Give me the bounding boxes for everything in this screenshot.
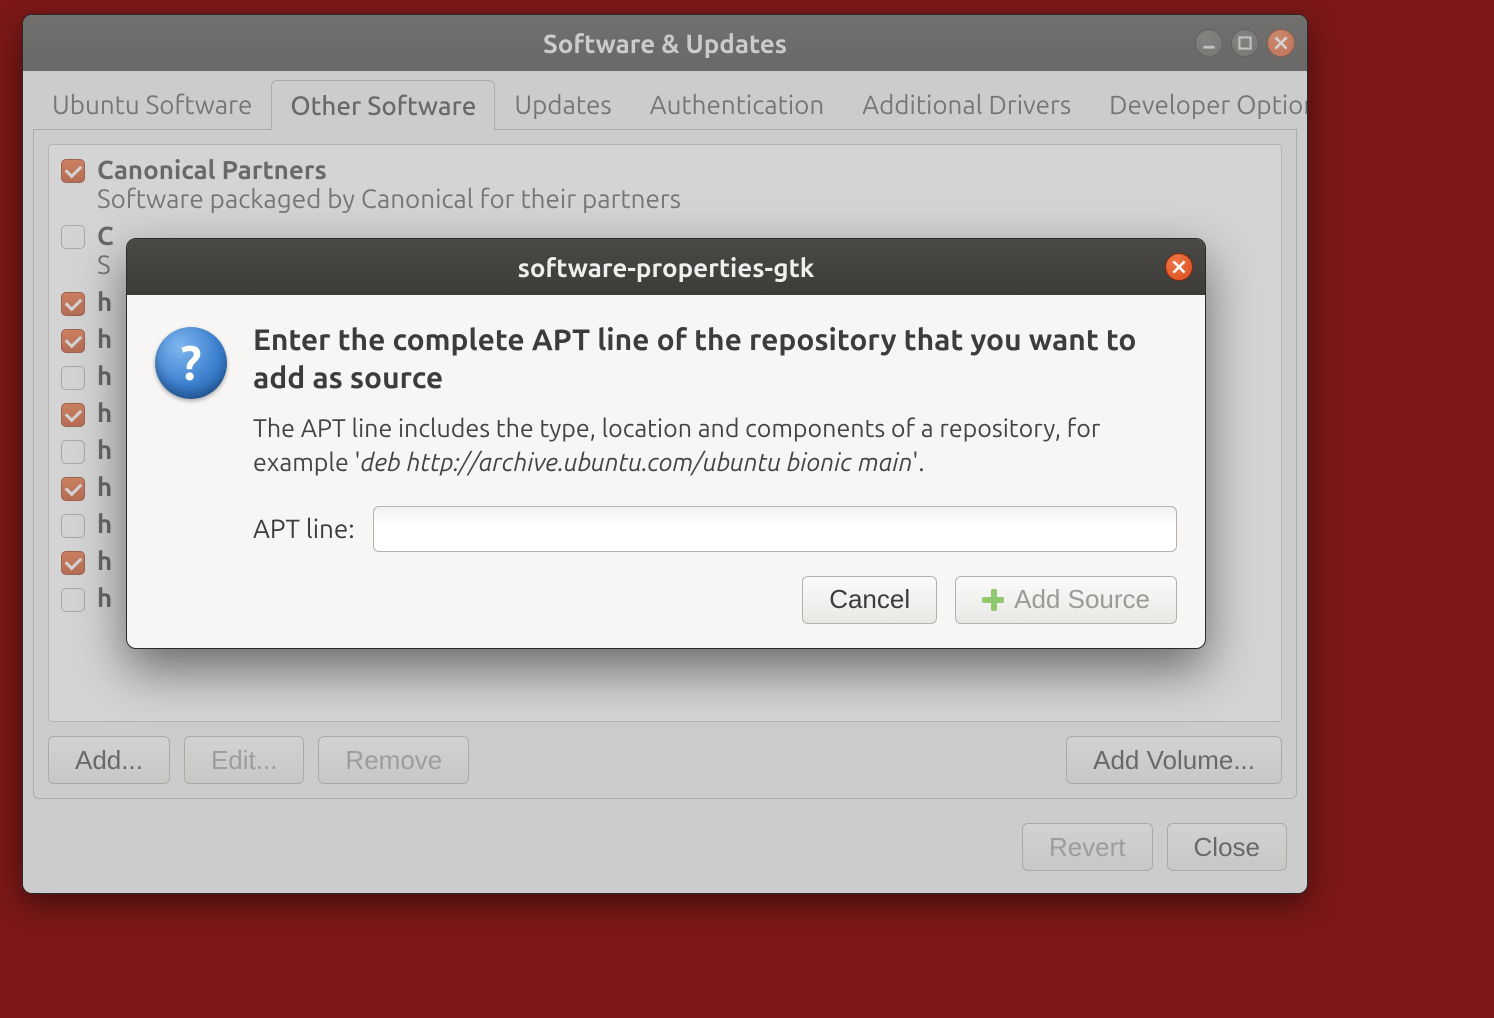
source-line: h bbox=[97, 287, 112, 316]
source-text: Canonical Partners Software packaged by … bbox=[97, 155, 681, 213]
titlebar: Software & Updates bbox=[23, 15, 1307, 71]
revert-button[interactable]: Revert bbox=[1022, 823, 1153, 871]
source-checkbox[interactable] bbox=[61, 403, 85, 427]
dialog-actions: Cancel Add Source bbox=[127, 562, 1205, 648]
tab-updates[interactable]: Updates bbox=[495, 79, 630, 129]
minimize-button[interactable] bbox=[1195, 29, 1223, 57]
source-title: C bbox=[97, 221, 114, 250]
apt-line-input[interactable] bbox=[373, 506, 1177, 552]
dialog-description: The APT line includes the type, location… bbox=[253, 412, 1177, 480]
source-line: h bbox=[97, 324, 112, 353]
close-button[interactable]: Close bbox=[1167, 823, 1287, 871]
source-checkbox[interactable] bbox=[61, 514, 85, 538]
window-title: Software & Updates bbox=[543, 29, 787, 58]
plus-icon bbox=[982, 589, 1004, 611]
source-title: Canonical Partners bbox=[97, 155, 681, 184]
apt-line-label: APT line: bbox=[253, 514, 355, 543]
tab-authentication[interactable]: Authentication bbox=[631, 79, 844, 129]
dialog-heading: Enter the complete APT line of the repos… bbox=[253, 321, 1177, 396]
window-controls bbox=[1195, 29, 1295, 57]
question-glyph: ? bbox=[180, 336, 201, 390]
apt-line-row: APT line: bbox=[253, 506, 1177, 552]
source-checkbox[interactable] bbox=[61, 440, 85, 464]
source-checkbox[interactable] bbox=[61, 292, 85, 316]
source-line: h bbox=[97, 361, 112, 390]
source-subtitle: Software packaged by Canonical for their… bbox=[97, 184, 681, 213]
maximize-button[interactable] bbox=[1231, 29, 1259, 57]
source-checkbox[interactable] bbox=[61, 366, 85, 390]
source-line: h bbox=[97, 398, 112, 427]
description-post: '. bbox=[912, 448, 924, 476]
tab-developer-options[interactable]: Developer Options bbox=[1090, 79, 1308, 129]
tab-bar: Ubuntu Software Other Software Updates A… bbox=[23, 71, 1307, 129]
add-source-button[interactable]: Add Source bbox=[955, 576, 1177, 624]
tab-additional-drivers[interactable]: Additional Drivers bbox=[843, 79, 1090, 129]
close-window-button[interactable] bbox=[1267, 29, 1295, 57]
add-volume-button[interactable]: Add Volume... bbox=[1066, 736, 1282, 784]
source-line: h bbox=[97, 509, 112, 538]
question-icon: ? bbox=[155, 327, 227, 399]
source-line: h bbox=[97, 546, 112, 575]
source-text: C S bbox=[97, 221, 114, 279]
tab-other-software[interactable]: Other Software bbox=[271, 80, 495, 130]
source-checkbox[interactable] bbox=[61, 225, 85, 249]
source-checkbox[interactable] bbox=[61, 588, 85, 612]
source-checkbox[interactable] bbox=[61, 551, 85, 575]
source-subtitle: S bbox=[97, 250, 114, 279]
window-footer: Revert Close bbox=[23, 809, 1307, 889]
source-actions-row: Add... Edit... Remove Add Volume... bbox=[48, 722, 1282, 784]
source-checkbox[interactable] bbox=[61, 477, 85, 501]
cancel-button[interactable]: Cancel bbox=[802, 576, 937, 624]
dialog-close-button[interactable] bbox=[1165, 253, 1193, 281]
edit-button[interactable]: Edit... bbox=[184, 736, 304, 784]
add-button[interactable]: Add... bbox=[48, 736, 170, 784]
source-line: h bbox=[97, 583, 112, 612]
source-checkbox[interactable] bbox=[61, 159, 85, 183]
source-row[interactable]: Canonical Partners Software packaged by … bbox=[55, 151, 1275, 217]
dialog-content: Enter the complete APT line of the repos… bbox=[253, 321, 1177, 552]
apt-line-dialog: software-properties-gtk ? Enter the comp… bbox=[126, 238, 1206, 649]
tab-ubuntu-software[interactable]: Ubuntu Software bbox=[33, 79, 271, 129]
source-line: h bbox=[97, 472, 112, 501]
add-source-label: Add Source bbox=[1014, 584, 1150, 615]
dialog-titlebar: software-properties-gtk bbox=[127, 239, 1205, 295]
dialog-body: ? Enter the complete APT line of the rep… bbox=[127, 295, 1205, 562]
dialog-window-controls bbox=[1165, 253, 1193, 281]
remove-button[interactable]: Remove bbox=[318, 736, 469, 784]
description-example: deb http://archive.ubuntu.com/ubuntu bio… bbox=[361, 448, 913, 476]
source-line: h bbox=[97, 435, 112, 464]
source-checkbox[interactable] bbox=[61, 329, 85, 353]
dialog-title: software-properties-gtk bbox=[518, 253, 815, 282]
